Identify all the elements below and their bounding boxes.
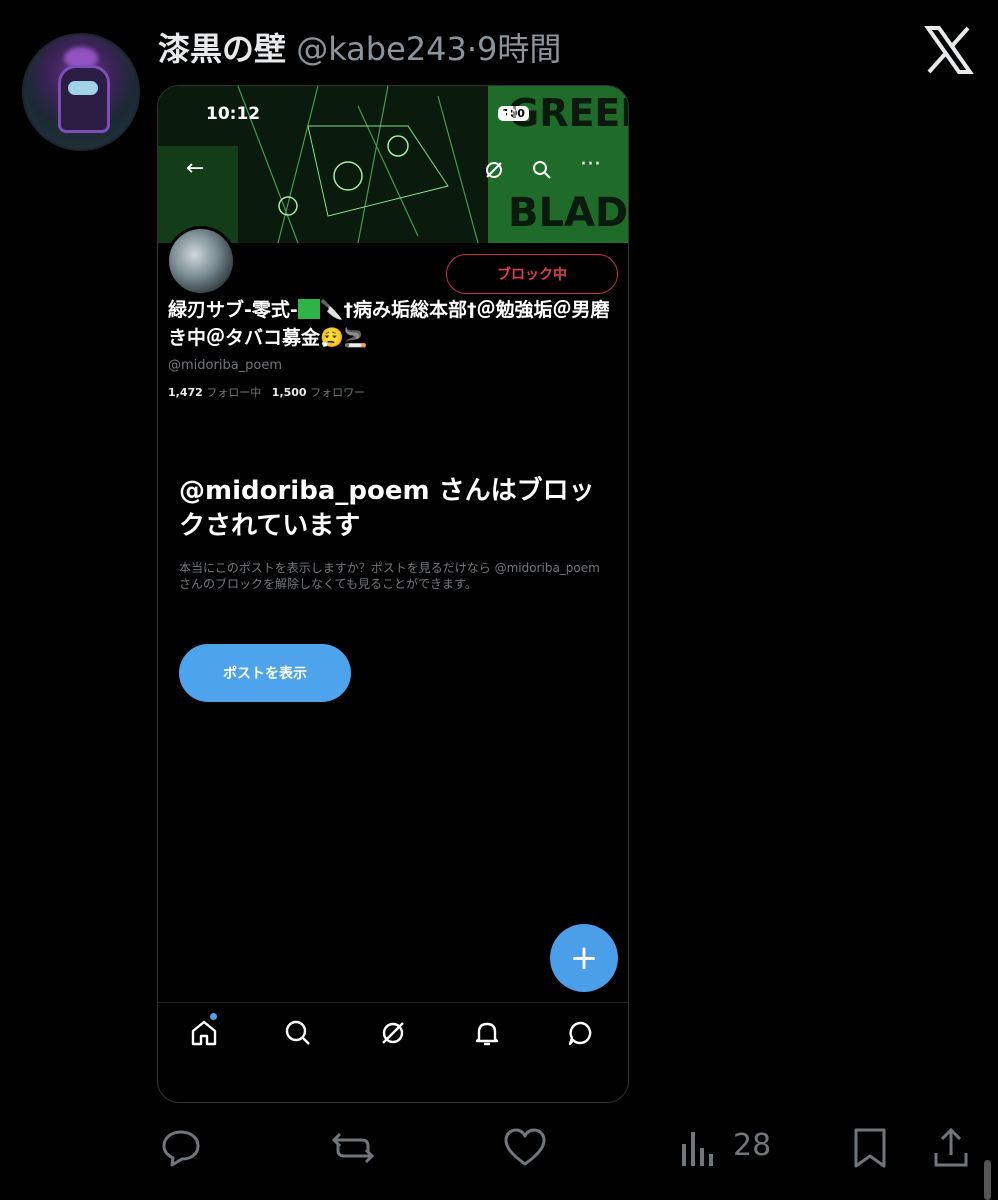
green-square-icon	[297, 299, 320, 319]
profile-nav: ← ···	[158, 152, 628, 186]
reply-button[interactable]	[160, 1122, 202, 1174]
separator: ·	[466, 30, 478, 68]
blocked-user-handle: @midoriba_poem	[168, 358, 283, 373]
follow-stats: 1,472 フォロー中 1,500 フォロワー	[168, 384, 365, 400]
back-arrow-icon[interactable]: ←	[186, 156, 204, 181]
heart-icon	[504, 1128, 546, 1166]
repost-icon	[331, 1132, 375, 1164]
following-count[interactable]: 1,472	[168, 386, 203, 399]
status-time: 10:12	[206, 104, 261, 124]
blocked-description: 本当にこのポストを表示しますか？ポストを見るだけなら @midoriba_poe…	[179, 561, 600, 591]
search-icon[interactable]	[532, 160, 552, 180]
avatar-figure	[58, 65, 110, 133]
like-button[interactable]	[503, 1122, 547, 1174]
display-name-part2: 🔪	[319, 299, 344, 321]
blocked-user-avatar[interactable]	[166, 226, 236, 296]
x-logo-icon[interactable]	[924, 26, 974, 74]
author-avatar[interactable]	[22, 33, 140, 151]
embedded-screenshot[interactable]: GREEN BLADE 10:12 100 ← ··· ブロック中 緑刃サブ-零…	[157, 85, 629, 1103]
following-label[interactable]: フォロー中	[206, 386, 261, 399]
profile-banner: GREEN BLADE 10:12 100 ← ···	[158, 86, 628, 243]
reply-icon	[162, 1130, 200, 1167]
share-icon	[934, 1127, 968, 1167]
views-count: 28	[733, 1128, 772, 1163]
repost-button[interactable]	[330, 1122, 376, 1174]
tweet-action-bar: 28	[0, 1118, 998, 1178]
analytics-icon	[682, 1132, 713, 1166]
bookmark-button[interactable]	[852, 1122, 888, 1174]
home-notification-dot	[210, 1013, 217, 1020]
blocked-user-display-name: 緑刃サブ-零式- 🔪†病み垢総本部†＠勉強垢＠男磨き中＠タバコ募金😮‍💨🚬	[168, 296, 620, 352]
author-display-name[interactable]: 漆黒の壁	[158, 30, 286, 68]
more-icon[interactable]: ···	[580, 152, 601, 177]
notifications-icon[interactable]	[471, 1017, 503, 1049]
tweet-time[interactable]: 9時間	[477, 30, 561, 68]
blocked-button[interactable]: ブロック中	[446, 254, 618, 294]
followers-label[interactable]: フォロワー	[310, 386, 365, 399]
author-handle[interactable]: @kabe243	[296, 30, 467, 68]
search-tab-icon[interactable]	[282, 1017, 314, 1049]
banner-word-2: BLADE	[508, 190, 628, 236]
blocked-title: @midoriba_poem さんはブロックされています	[179, 476, 595, 541]
scrollbar[interactable]	[984, 1160, 991, 1200]
messages-icon[interactable]	[565, 1017, 597, 1049]
status-icons: 100	[498, 106, 529, 121]
display-name-part1: 緑刃サブ-零式-	[168, 299, 298, 321]
grok-tab-icon[interactable]	[377, 1017, 409, 1049]
wifi-icon	[498, 106, 516, 119]
tweet-author-line: 漆黒の壁 @kabe243·9時間	[158, 28, 561, 70]
compose-fab-button[interactable]: +	[550, 924, 618, 992]
view-posts-button[interactable]: ポストを表示	[179, 644, 351, 702]
avatar-visor	[68, 81, 98, 95]
bottom-tab-bar	[158, 1002, 628, 1063]
home-icon[interactable]	[188, 1017, 220, 1049]
grok-icon[interactable]	[484, 160, 504, 180]
followers-count[interactable]: 1,500	[272, 386, 307, 399]
views-button[interactable]	[680, 1122, 716, 1174]
bookmark-icon	[854, 1128, 886, 1168]
share-button[interactable]	[932, 1122, 970, 1174]
